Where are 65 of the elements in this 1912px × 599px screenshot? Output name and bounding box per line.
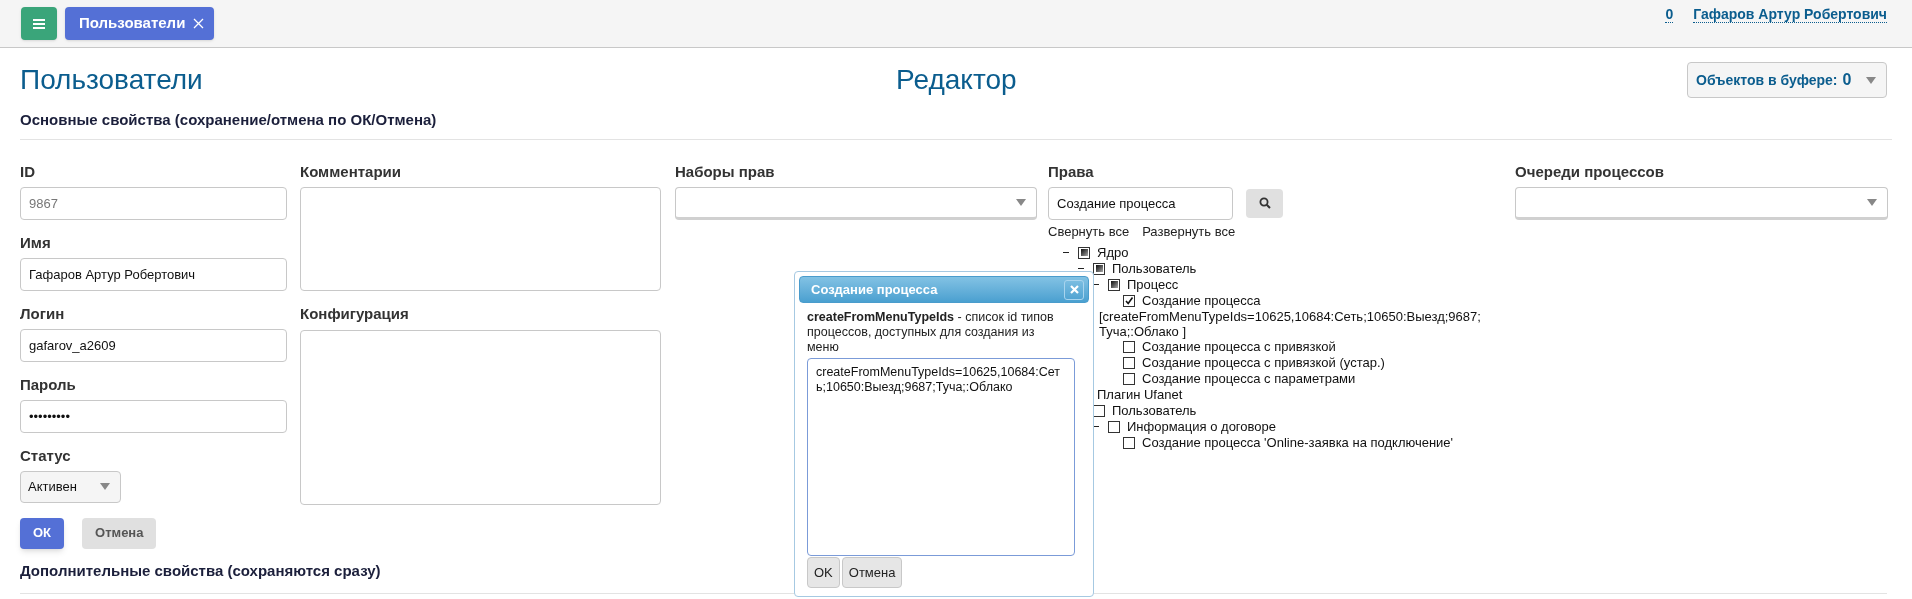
checkbox[interactable] bbox=[1108, 278, 1120, 291]
field-label: Статус bbox=[20, 446, 72, 465]
checkbox[interactable] bbox=[1093, 262, 1105, 275]
tree-item-label[interactable]: Создание процесса 'Online-заявка на подключение' bbox=[1142, 434, 1454, 451]
tree-item-label[interactable]: Плагин Ufanet bbox=[1097, 386, 1183, 403]
checkbox[interactable] bbox=[1078, 246, 1090, 259]
cancel-button[interactable]: Отмена bbox=[841, 557, 903, 588]
checkbox[interactable] bbox=[1123, 372, 1135, 385]
permission-config-text: [createFromMenuTypeIds=10625,10684:Сеть;10650:Выезд;9687;Туча;:Облако ] bbox=[1099, 308, 1482, 339]
tab[interactable]: Пользователи bbox=[65, 7, 215, 40]
ok-button[interactable]: OK bbox=[807, 557, 840, 588]
configuration-field[interactable] bbox=[300, 329, 661, 505]
field-label: Логин bbox=[20, 304, 66, 323]
input-field[interactable]: gafarov_a2609 bbox=[20, 328, 287, 362]
field-label: Права bbox=[1048, 162, 1095, 181]
tree-item-label[interactable]: Ядро bbox=[1097, 244, 1129, 261]
buffer-dropdown[interactable]: Объектов в буфере: 0 bbox=[1687, 62, 1887, 98]
value-field[interactable]: createFromMenuTypeIds=10625,10684:Сеть;10650:Выезд;9687;Туча;:Облако bbox=[807, 358, 1075, 556]
checkbox[interactable] bbox=[1123, 436, 1135, 449]
field-label: Пароль bbox=[20, 375, 77, 394]
expand-all-link[interactable]: Развернуть все bbox=[1142, 223, 1236, 240]
tree-item-label[interactable]: Процесс bbox=[1127, 276, 1179, 293]
close-icon bbox=[1069, 285, 1079, 294]
checkbox[interactable] bbox=[1123, 356, 1135, 369]
field-label: ID bbox=[20, 162, 36, 181]
checkbox[interactable] bbox=[1123, 294, 1135, 307]
checkbox[interactable] bbox=[1108, 420, 1120, 433]
close-icon[interactable] bbox=[193, 18, 205, 29]
tree-item-label[interactable]: Создание процесса bbox=[1142, 292, 1261, 309]
field-label: Очереди процессов bbox=[1515, 162, 1665, 181]
menu-icon bbox=[33, 18, 45, 29]
tree-item-label[interactable]: Информация о договоре bbox=[1127, 418, 1276, 435]
status-dropdown[interactable]: Активен bbox=[20, 470, 121, 503]
field-label: Имя bbox=[20, 233, 52, 252]
field-label: Конфигурация bbox=[300, 304, 410, 323]
dropdown-arrow-icon bbox=[1016, 198, 1026, 206]
dialog-description: createFromMenuTypeIds - список id типов процессов, доступных для создания из меню bbox=[807, 310, 1055, 355]
tree-item-label[interactable]: Пользователь bbox=[1112, 260, 1197, 277]
tree-item-label[interactable]: Создание процесса с параметрами bbox=[1142, 370, 1356, 387]
dropdown-arrow-icon bbox=[1866, 76, 1876, 84]
search-icon bbox=[1258, 197, 1271, 209]
search-field[interactable]: Создание процесса bbox=[1048, 186, 1233, 220]
dropdown-arrow-icon bbox=[1867, 198, 1877, 206]
ok-button[interactable]: ОК bbox=[20, 517, 65, 549]
tree-item-label[interactable]: Создание процесса с привязкой (устар.) bbox=[1142, 354, 1385, 371]
field-label: Комментарии bbox=[300, 162, 402, 181]
input-field[interactable]: ••••••••• bbox=[20, 399, 287, 433]
dropdown-arrow-icon bbox=[100, 483, 110, 490]
field-label: Наборы прав bbox=[675, 162, 776, 181]
editor-title: Редактор bbox=[896, 64, 1017, 96]
page-title: Пользователи bbox=[20, 64, 203, 96]
comments-field[interactable] bbox=[300, 186, 661, 291]
user-link[interactable]: Гафаров Артур Робертович bbox=[1693, 6, 1887, 23]
counter-link[interactable]: 0 bbox=[1665, 6, 1674, 23]
cancel-button[interactable]: Отмена bbox=[82, 517, 157, 549]
collapse-all-link[interactable]: Свернуть все bbox=[1048, 223, 1130, 240]
input-field[interactable]: Гафаров Артур Робертович bbox=[20, 257, 287, 291]
menu-button[interactable] bbox=[21, 7, 57, 40]
dialog-title: Создание процесса bbox=[811, 280, 939, 299]
tree-item-label[interactable]: Создание процесса с привязкой bbox=[1142, 338, 1336, 355]
close-button[interactable] bbox=[1064, 279, 1084, 300]
section-heading: Основные свойства (сохранение/отмена по ОК/Отмена) bbox=[20, 109, 1892, 140]
search-button[interactable] bbox=[1246, 188, 1283, 218]
tree-item-label[interactable]: Пользователь bbox=[1112, 402, 1197, 419]
checkbox[interactable] bbox=[1123, 340, 1135, 353]
